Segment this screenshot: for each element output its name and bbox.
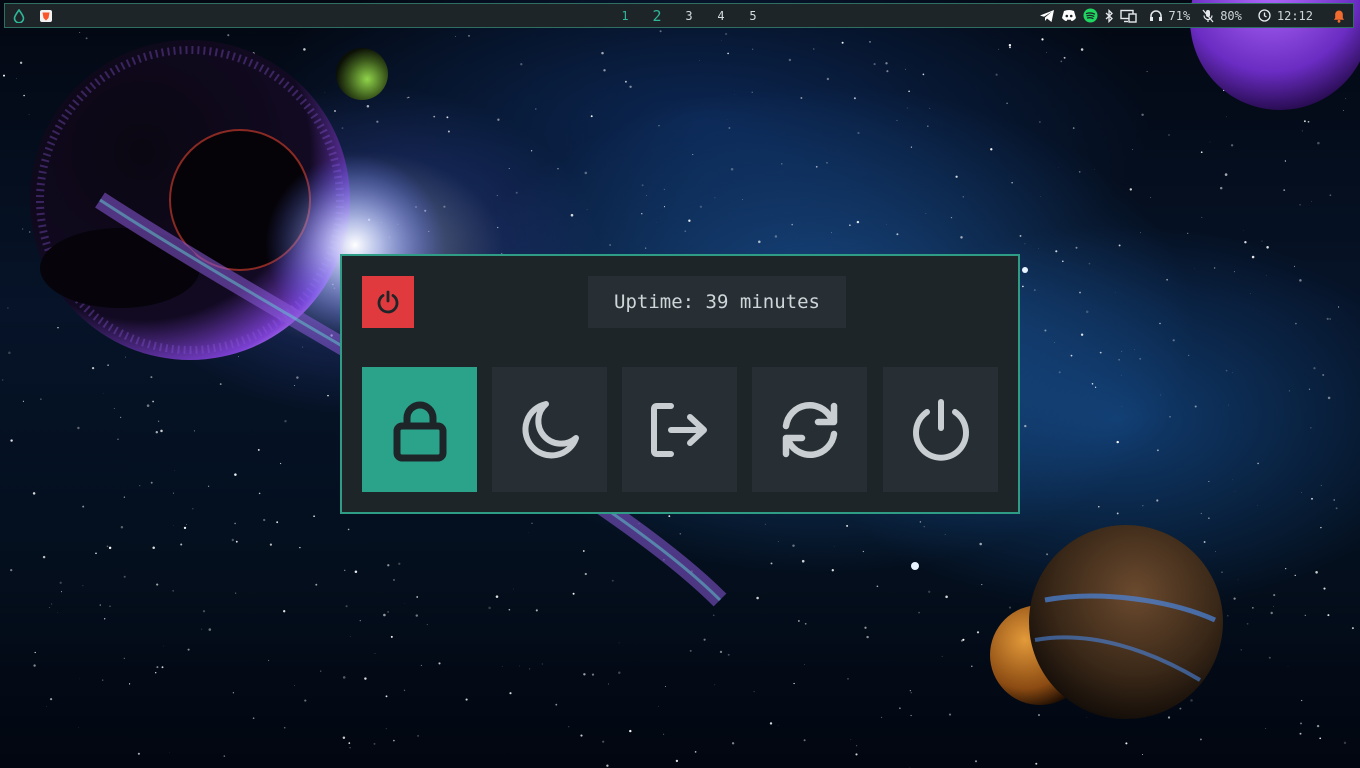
power-menu: Uptime: 39 minutes [340,254,1020,514]
system-tray: 71% 80% 12:12 [1039,4,1346,27]
headphones-icon[interactable] [1149,9,1163,22]
reboot-icon [776,400,844,460]
workspace-switcher: 1 2 3 4 5 [609,4,769,27]
display-icon[interactable] [1119,9,1137,23]
top-bar: 1 2 3 4 5 71% 80% 12:12 [4,3,1354,28]
top-bar-left [13,4,53,27]
workspace-1-button[interactable]: 1 [609,9,641,23]
logout-icon [649,400,711,460]
lock-icon [390,398,450,462]
workspace-5-button[interactable]: 5 [737,9,769,23]
moon-icon [520,400,580,460]
droplet-icon[interactable] [13,8,25,23]
clock-time[interactable]: 12:12 [1277,9,1313,23]
power-icon [910,398,972,462]
lock-button[interactable] [362,367,477,492]
mic-volume: 80% [1220,8,1242,23]
clock-icon [1258,9,1271,22]
workspace-4-button[interactable]: 4 [705,9,737,23]
power-icon [374,288,402,316]
power-menu-badge [362,276,414,328]
workspace-2-button[interactable]: 2 [641,7,673,25]
uptime-label: Uptime: 39 minutes [588,276,846,328]
spotify-icon[interactable] [1083,8,1098,23]
discord-icon[interactable] [1061,9,1077,22]
bell-icon[interactable] [1333,9,1345,23]
telegram-icon[interactable] [1039,9,1055,23]
suspend-button[interactable] [492,367,607,492]
shutdown-button[interactable] [883,367,998,492]
headphone-volume: 71% [1168,8,1191,23]
brave-browser-icon[interactable] [39,9,53,23]
mic-muted-icon[interactable] [1202,9,1214,23]
workspace-3-button[interactable]: 3 [673,9,705,23]
reboot-button[interactable] [752,367,867,492]
bluetooth-icon[interactable] [1104,8,1114,23]
logout-button[interactable] [622,367,737,492]
